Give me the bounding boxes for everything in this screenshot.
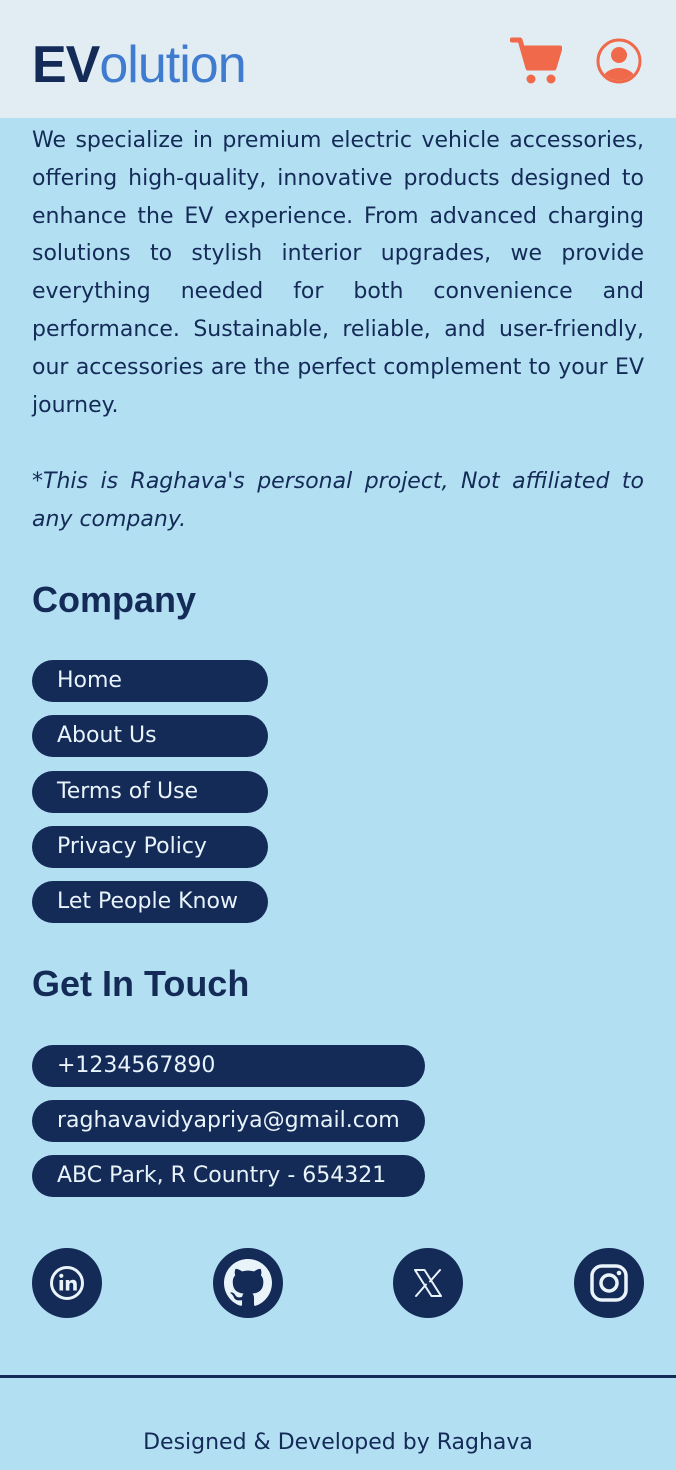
github-link[interactable] (213, 1248, 283, 1318)
nav-link-let-people-know[interactable]: Let People Know (32, 881, 268, 923)
nav-link-home[interactable]: Home (32, 660, 268, 702)
logo-rest: olution (99, 36, 246, 94)
linkedin-icon (50, 1266, 84, 1300)
footer-divider (0, 1375, 676, 1378)
x-twitter-icon (414, 1269, 442, 1297)
company-heading: Company (32, 579, 197, 620)
shopping-cart-icon[interactable] (510, 36, 562, 86)
about-description: We specialize in premium electric vehicl… (32, 128, 644, 418)
contact-phone[interactable]: +1234567890 (32, 1045, 425, 1087)
nav-link-terms-of-use[interactable]: Terms of Use (32, 771, 268, 813)
instagram-icon (590, 1264, 628, 1302)
user-account-icon[interactable] (596, 38, 642, 84)
contact-email[interactable]: raghavavidyapriya@gmail.com (32, 1100, 425, 1142)
site-header: EVolution (0, 0, 676, 118)
contact-address[interactable]: ABC Park, R Country - 654321 (32, 1155, 425, 1197)
linkedin-link[interactable] (32, 1248, 102, 1318)
x-twitter-link[interactable] (393, 1248, 463, 1318)
nav-link-privacy-policy[interactable]: Privacy Policy (32, 826, 268, 868)
site-logo[interactable]: EVolution (32, 34, 247, 96)
instagram-link[interactable] (574, 1248, 644, 1318)
footer-credit: Designed & Developed by Raghava (143, 1430, 533, 1455)
project-disclaimer: *This is Raghava's personal project, Not… (32, 469, 644, 532)
nav-link-about-us[interactable]: About Us (32, 715, 268, 757)
github-icon (224, 1259, 272, 1306)
logo-strong: EV (32, 36, 100, 94)
get-in-touch-heading: Get In Touch (32, 963, 250, 1004)
